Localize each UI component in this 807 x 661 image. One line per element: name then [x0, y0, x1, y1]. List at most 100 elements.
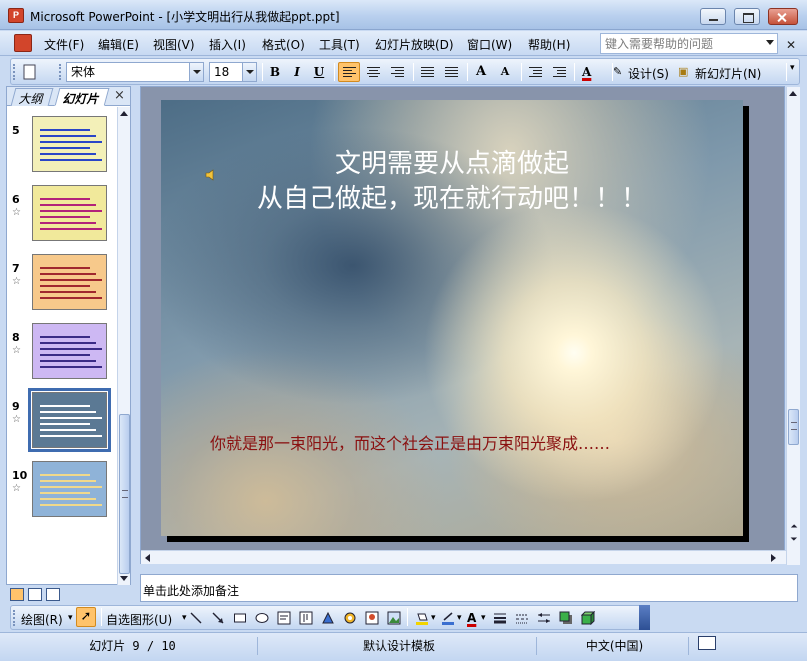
menu-insert[interactable]: 插入(I) [209, 36, 246, 53]
scroll-right-icon[interactable] [771, 554, 776, 562]
autoshapes-dropdown-icon[interactable]: ▾ [182, 613, 187, 623]
help-search-input[interactable] [601, 34, 761, 53]
arrow-tool-icon[interactable] [211, 611, 225, 625]
slide-thumbnail[interactable] [32, 185, 107, 241]
menu-format[interactable]: 格式(O) [262, 36, 305, 53]
scroll-up-icon[interactable] [120, 111, 128, 116]
document-close-icon[interactable]: ✕ [786, 38, 796, 52]
toolbar-grip[interactable] [13, 64, 16, 80]
line-color-dropdown-icon[interactable]: ▾ [457, 613, 462, 623]
new-slide-button[interactable]: 新幻灯片(N) [695, 65, 761, 82]
panel-scroll-thumb[interactable] [119, 414, 130, 574]
shadow-style-icon[interactable] [559, 611, 573, 625]
draw-dropdown-icon[interactable]: ▾ [68, 613, 73, 623]
menu-file[interactable]: 文件(F) [44, 36, 84, 53]
scroll-down-icon[interactable] [120, 576, 128, 581]
picture-tool-icon[interactable] [387, 611, 401, 625]
current-slide[interactable]: 文明需要从点滴做起 从自己做起，现在就行动吧！！！ 你就是那一束阳光，而这个社会… [161, 100, 743, 536]
menu-tools[interactable]: 工具(T) [319, 36, 360, 53]
fill-color-dropdown-icon[interactable]: ▾ [431, 613, 436, 623]
toolbar-grip[interactable] [13, 610, 16, 626]
panel-scrollbar[interactable] [117, 107, 130, 585]
menu-help[interactable]: 帮助(H) [528, 36, 570, 53]
vertical-textbox-tool-icon[interactable] [299, 611, 313, 625]
menu-edit[interactable]: 编辑(E) [98, 36, 139, 53]
slide-thumbnail-entry[interactable]: 10 ☆ [7, 457, 117, 521]
font-name-dropdown-icon[interactable] [189, 63, 203, 81]
align-right-button[interactable] [386, 62, 408, 82]
slideshow-view-button[interactable] [46, 588, 60, 601]
workspace-horizontal-scrollbar[interactable] [141, 550, 786, 564]
slide-body-text[interactable]: 你就是那一束阳光，而这个社会正是由万束阳光聚成…… [210, 430, 610, 454]
tab-outline[interactable]: 大纲 [10, 88, 54, 106]
toolbar-grip[interactable] [59, 64, 62, 80]
close-button[interactable] [768, 8, 798, 25]
increase-font-button[interactable]: A [470, 62, 492, 82]
scroll-left-icon[interactable] [145, 554, 150, 562]
align-left-button[interactable] [338, 62, 360, 82]
font-name-combo[interactable]: 宋体 [66, 62, 204, 82]
toolbar-options-icon[interactable]: ▾ [790, 63, 795, 73]
panel-close-icon[interactable]: × [114, 88, 125, 103]
font-size-combo[interactable]: 18 [209, 62, 257, 82]
select-pointer-button[interactable]: ➚ [76, 607, 96, 627]
draw-menu-button[interactable]: 绘图(R) [21, 611, 63, 628]
minimize-button[interactable] [700, 8, 726, 25]
design-button[interactable]: 设计(S) [628, 65, 669, 82]
arrow-style-icon[interactable] [537, 611, 551, 625]
previous-slide-icon[interactable]: ⏶ [789, 522, 799, 532]
toolbar-options-button[interactable] [639, 605, 650, 630]
scroll-up-icon[interactable] [789, 91, 797, 96]
draw-font-color-dropdown-icon[interactable]: ▾ [481, 613, 486, 623]
bold-button[interactable]: B [265, 62, 285, 82]
menu-view[interactable]: 视图(V) [153, 36, 195, 53]
new-document-button[interactable] [19, 62, 41, 82]
draw-font-color-icon[interactable]: A [467, 611, 476, 625]
increase-indent-button[interactable] [548, 62, 570, 82]
slide-thumbnail-entry[interactable]: 8 ☆ [7, 319, 117, 383]
document-icon[interactable] [14, 34, 32, 52]
menu-window[interactable]: 窗口(W) [467, 36, 512, 53]
autoshapes-menu-button[interactable]: 自选图形(U) [106, 611, 172, 628]
italic-button[interactable]: I [287, 62, 307, 82]
underline-button[interactable]: U [309, 62, 329, 82]
slide-thumbnail-entry[interactable]: 5 [7, 112, 117, 176]
slide-thumbnail-entry[interactable]: 7 ☆ [7, 250, 117, 314]
tab-slides[interactable]: 幻灯片 [54, 88, 110, 106]
slide-title-line-1[interactable]: 文明需要从点滴做起 [161, 143, 743, 180]
line-color-icon[interactable] [441, 611, 455, 625]
textbox-tool-icon[interactable] [277, 611, 291, 625]
normal-view-button[interactable] [10, 588, 24, 601]
font-color-button[interactable]: A [577, 62, 609, 82]
spelling-check-icon[interactable] [698, 636, 716, 650]
slide-thumbnail[interactable] [28, 388, 111, 452]
diagram-tool-icon[interactable] [343, 611, 357, 625]
line-style-icon[interactable] [493, 611, 507, 625]
decrease-indent-button[interactable] [524, 62, 546, 82]
slide-thumbnail[interactable] [32, 116, 107, 172]
slide-sorter-view-button[interactable] [28, 588, 42, 601]
workspace-scroll-thumb[interactable] [788, 409, 799, 445]
oval-tool-icon[interactable] [255, 611, 269, 625]
help-dropdown-arrow-icon[interactable] [766, 40, 774, 45]
clipart-tool-icon[interactable] [365, 611, 379, 625]
wordart-tool-icon[interactable] [321, 611, 335, 625]
language-indicator[interactable]: 中文(中国) [541, 637, 689, 655]
slide-title-line-2[interactable]: 从自己做起，现在就行动吧！！！ [161, 178, 743, 215]
next-slide-icon[interactable]: ⏷ [789, 535, 799, 545]
line-tool-icon[interactable] [189, 611, 203, 625]
rectangle-tool-icon[interactable] [233, 611, 247, 625]
align-center-button[interactable] [362, 62, 384, 82]
powerpoint-app-icon[interactable]: P [8, 8, 24, 23]
slide-thumbnail-entry[interactable]: 6 ☆ [7, 181, 117, 245]
slide-thumbnail-entry[interactable]: 9 ☆ [7, 388, 117, 452]
slide-thumbnail[interactable] [32, 461, 107, 517]
numbering-button[interactable] [416, 62, 438, 82]
maximize-button[interactable] [734, 8, 760, 25]
decrease-font-button[interactable]: A [494, 62, 516, 82]
slide-thumbnail[interactable] [32, 323, 107, 379]
design-template-name[interactable]: 默认设计模板 [262, 637, 537, 655]
dash-style-icon[interactable] [515, 611, 529, 625]
menu-slideshow[interactable]: 幻灯片放映(D) [375, 36, 454, 53]
notes-pane[interactable]: 单击此处添加备注 [140, 574, 798, 602]
